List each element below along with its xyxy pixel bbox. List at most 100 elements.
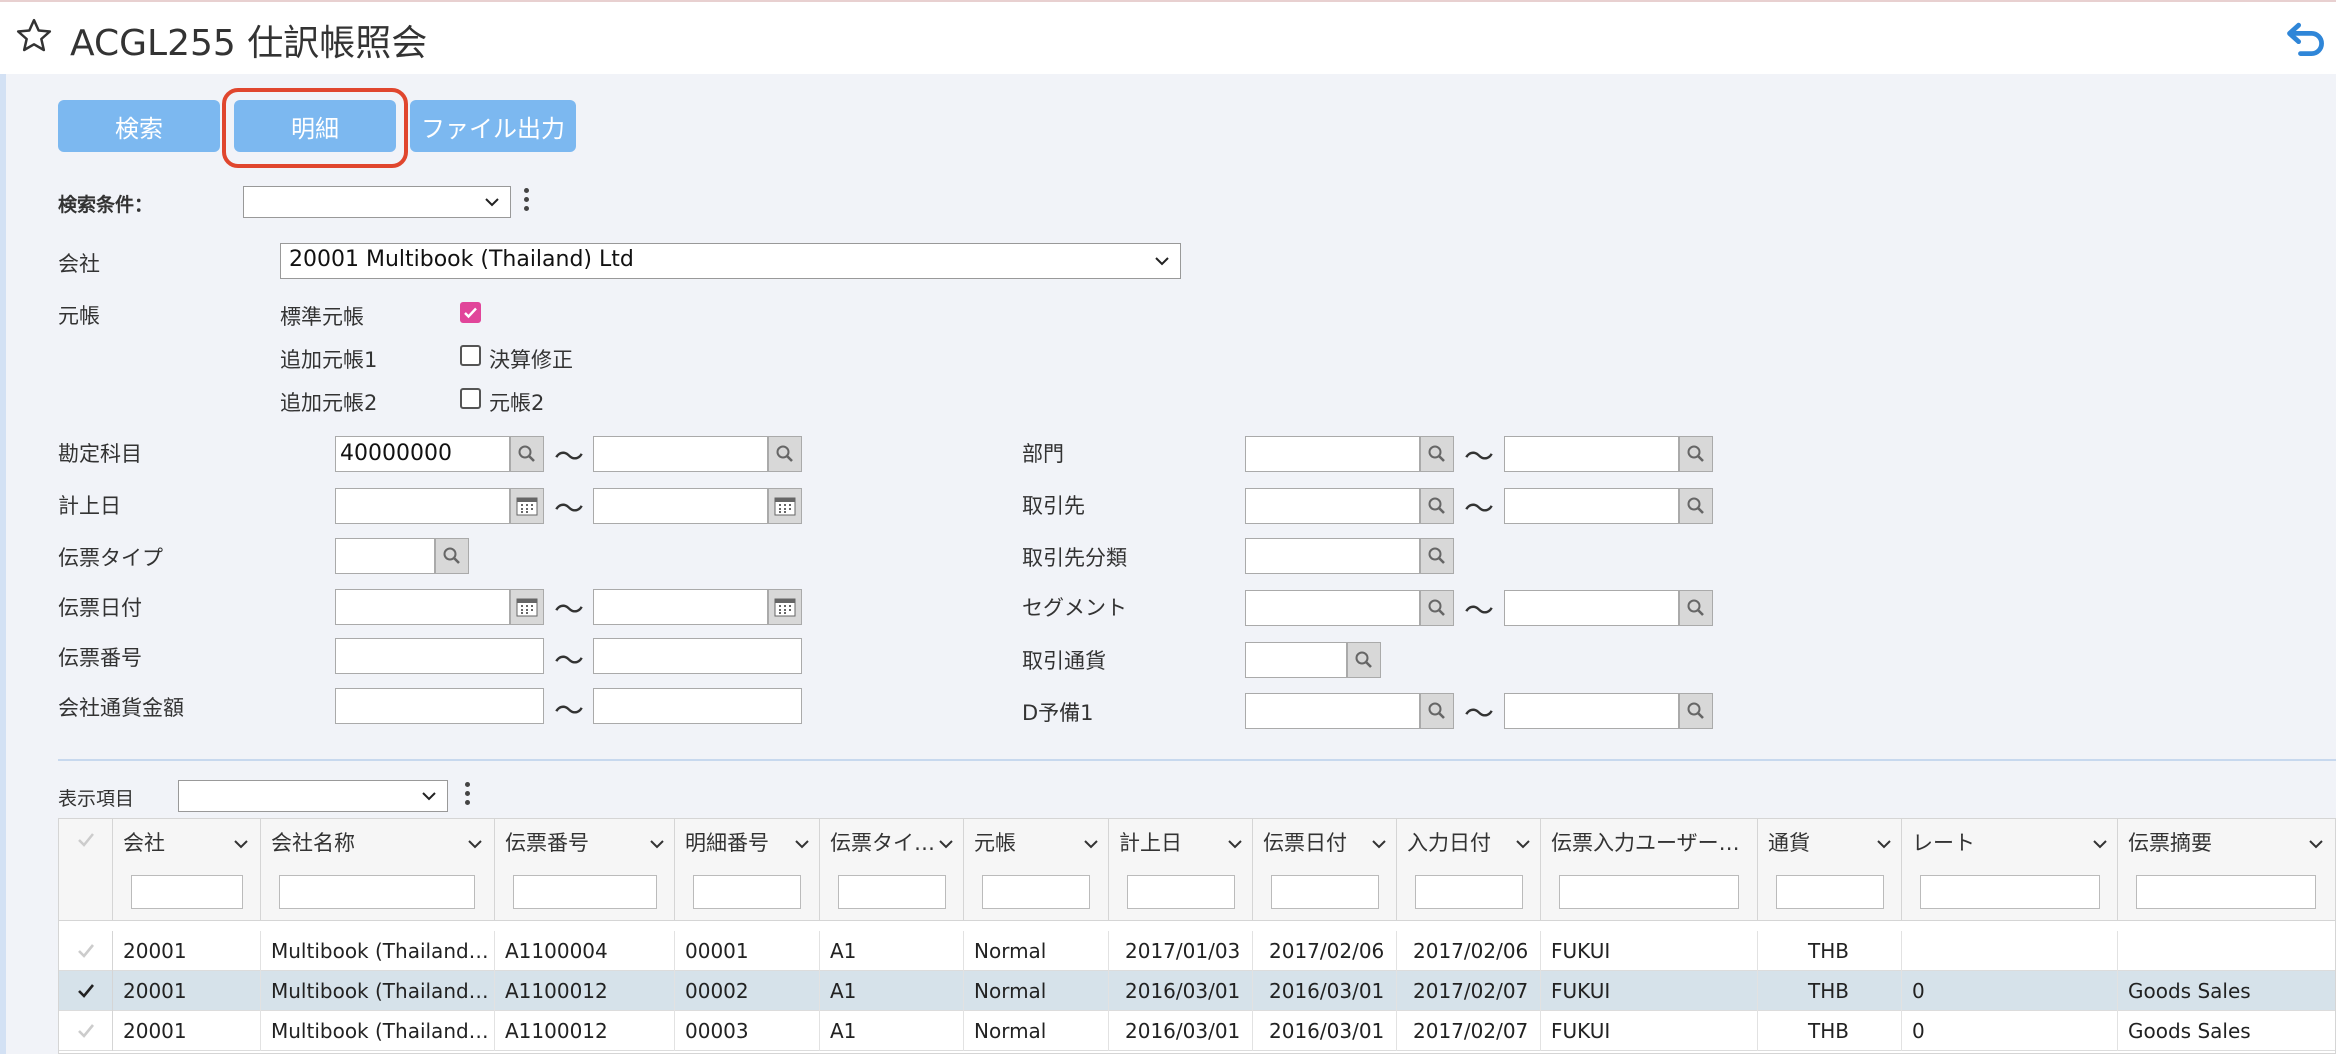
search-icon[interactable] <box>1420 436 1454 472</box>
table-row[interactable]: 20001 Multibook (Thailand… A1100004 00001 A1… <box>59 931 2335 971</box>
column-header-voucher-memo[interactable]: 伝票摘要 <box>2118 819 2335 921</box>
voucher-date-from-input[interactable] <box>335 589 510 625</box>
reserve-d1-to-input[interactable] <box>1504 693 1679 729</box>
ledger-additional1-label: 追加元帳1 <box>280 348 378 372</box>
search-icon[interactable] <box>1420 538 1454 574</box>
search-button[interactable]: 検索 <box>58 100 220 152</box>
search-icon[interactable] <box>1347 642 1381 678</box>
calendar-icon[interactable] <box>768 589 802 625</box>
partner-class-input[interactable] <box>1245 538 1420 574</box>
column-header-company[interactable]: 会社 <box>113 819 261 921</box>
column-filter-input[interactable] <box>1127 875 1235 909</box>
ledger-additional2-checkbox[interactable] <box>460 388 481 409</box>
ledger-additional1-checkbox[interactable] <box>460 345 481 366</box>
file-export-button[interactable]: ファイル出力 <box>410 100 576 152</box>
row-select-checkbox[interactable] <box>59 1011 113 1051</box>
table-cell: A1100012 <box>495 1011 675 1051</box>
favorite-star-icon[interactable] <box>14 16 54 56</box>
search-icon[interactable] <box>435 538 469 574</box>
calendar-icon[interactable] <box>510 589 544 625</box>
column-filter-input[interactable] <box>131 875 243 909</box>
column-header-entry-user[interactable]: 伝票入力ユーザー… <box>1541 819 1758 921</box>
column-header-posting-date[interactable]: 計上日 <box>1109 819 1253 921</box>
voucher-number-from-input[interactable] <box>335 638 544 674</box>
check-icon <box>464 307 477 319</box>
segment-to-input[interactable] <box>1504 590 1679 626</box>
search-icon[interactable] <box>1420 590 1454 626</box>
posting-date-to-input[interactable] <box>593 488 768 524</box>
voucher-date-to-input[interactable] <box>593 589 768 625</box>
column-filter-input[interactable] <box>693 875 801 909</box>
column-header-ledger[interactable]: 元帳 <box>964 819 1109 921</box>
column-header-line-number[interactable]: 明細番号 <box>675 819 820 921</box>
column-filter-input[interactable] <box>1415 875 1523 909</box>
chevron-down-icon <box>1372 840 1386 849</box>
column-header-voucher-number[interactable]: 伝票番号 <box>495 819 675 921</box>
voucher-type-input[interactable] <box>335 538 435 574</box>
department-to-input[interactable] <box>1504 436 1679 472</box>
account-from-input[interactable]: 40000000 <box>335 436 510 472</box>
table-cell: 0 <box>1902 1011 2118 1051</box>
criteria-more-icon[interactable] <box>524 188 530 216</box>
search-criteria-select[interactable] <box>243 186 511 218</box>
column-filter-input[interactable] <box>1776 875 1884 909</box>
column-header-voucher-date[interactable]: 伝票日付 <box>1253 819 1397 921</box>
column-filter-input[interactable] <box>838 875 946 909</box>
search-icon[interactable] <box>1679 693 1713 729</box>
ledger-standard-checkbox[interactable] <box>460 302 481 323</box>
transaction-currency-input[interactable] <box>1245 642 1347 678</box>
chevron-down-icon <box>485 198 499 207</box>
column-filter-input[interactable] <box>513 875 657 909</box>
column-header-company-name[interactable]: 会社名称 <box>261 819 495 921</box>
table-cell: FUKUI <box>1541 971 1758 1011</box>
table-cell: 20001 <box>113 1011 261 1051</box>
column-filter-input[interactable] <box>279 875 475 909</box>
partner-to-input[interactable] <box>1504 488 1679 524</box>
table-cell <box>1902 931 2118 971</box>
range-separator: 〜 <box>554 440 584 475</box>
search-icon[interactable] <box>510 436 544 472</box>
table-row[interactable]: 20001 Multibook (Thailand… A1100012 00003 A1… <box>59 1011 2335 1051</box>
table-cell: 20001 <box>113 931 261 971</box>
table-cell: THB <box>1758 971 1902 1011</box>
row-select-checkbox[interactable] <box>59 971 113 1011</box>
calendar-icon[interactable] <box>768 488 802 524</box>
column-header-entry-date[interactable]: 入力日付 <box>1397 819 1541 921</box>
select-all-column[interactable] <box>59 819 113 921</box>
posting-date-from-input[interactable] <box>335 488 510 524</box>
account-to-input[interactable] <box>593 436 768 472</box>
display-items-select[interactable] <box>178 780 448 812</box>
column-header-voucher-type[interactable]: 伝票タイ… <box>820 819 964 921</box>
search-icon[interactable] <box>1420 488 1454 524</box>
back-arrow-icon[interactable] <box>2284 16 2328 60</box>
search-icon[interactable] <box>768 436 802 472</box>
reserve-d1-from-input[interactable] <box>1245 693 1420 729</box>
voucher-date-label: 伝票日付 <box>58 596 142 620</box>
column-filter-input[interactable] <box>1559 875 1739 909</box>
segment-from-input[interactable] <box>1245 590 1420 626</box>
column-header-rate[interactable]: レート <box>1902 819 2118 921</box>
column-filter-input[interactable] <box>982 875 1090 909</box>
column-filter-input[interactable] <box>2136 875 2316 909</box>
company-amount-from-input[interactable] <box>335 688 544 724</box>
row-select-checkbox[interactable] <box>59 931 113 971</box>
company-amount-to-input[interactable] <box>593 688 802 724</box>
voucher-number-to-input[interactable] <box>593 638 802 674</box>
search-icon[interactable] <box>1679 436 1713 472</box>
column-filter-input[interactable] <box>1271 875 1379 909</box>
table-row[interactable]: 20001 Multibook (Thailand… A1100012 00002 A1… <box>59 971 2335 1011</box>
search-icon[interactable] <box>1679 590 1713 626</box>
table-cell: FUKUI <box>1541 931 1758 971</box>
check-icon <box>78 833 94 847</box>
partner-from-input[interactable] <box>1245 488 1420 524</box>
table-cell: 2016/03/01 <box>1253 971 1397 1011</box>
chevron-down-icon <box>795 840 809 849</box>
search-icon[interactable] <box>1679 488 1713 524</box>
calendar-icon[interactable] <box>510 488 544 524</box>
search-icon[interactable] <box>1420 693 1454 729</box>
column-header-currency[interactable]: 通貨 <box>1758 819 1902 921</box>
display-more-icon[interactable] <box>465 782 471 810</box>
column-filter-input[interactable] <box>1920 875 2100 909</box>
company-select[interactable]: 20001 Multibook (Thailand) Ltd <box>280 243 1181 279</box>
department-from-input[interactable] <box>1245 436 1420 472</box>
